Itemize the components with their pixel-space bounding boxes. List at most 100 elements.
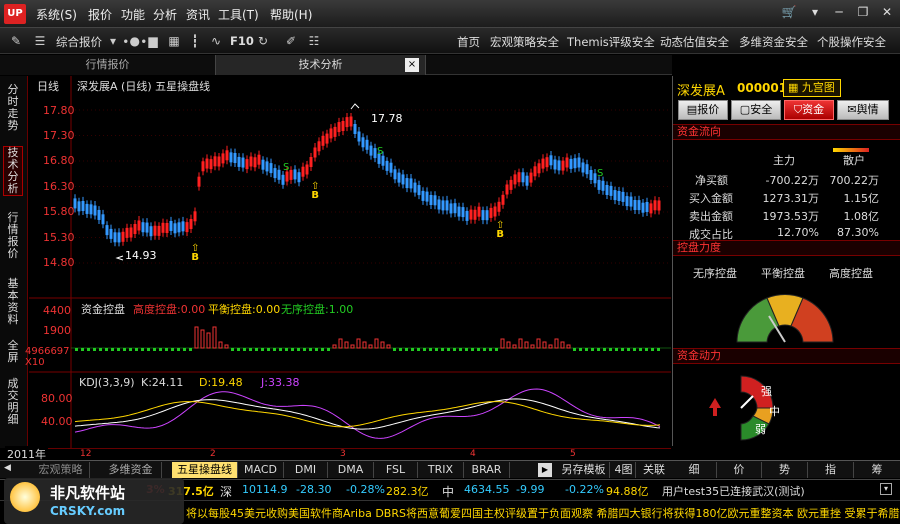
watermark-logo-icon [10, 482, 40, 512]
menu-quote[interactable]: 报价 [88, 6, 112, 23]
fund-bar [189, 348, 192, 351]
link-button[interactable]: 关联 [638, 462, 670, 478]
sidebar-item-basic[interactable]: 基本资料 [3, 278, 23, 326]
fund-bar [633, 348, 636, 351]
sidebar-item-quote[interactable]: 行情报价 [3, 212, 23, 260]
chart-area[interactable]: 日线 深发展A (日线) 五星操盘线 17.80 17.30 16.80 16.… [25, 76, 671, 448]
close-icon[interactable]: ✕ [878, 5, 896, 21]
sidebar-item-detail[interactable]: 成交明细 [3, 378, 23, 426]
quote-button[interactable]: ▤报价 [678, 100, 728, 120]
fund-bar [465, 348, 468, 351]
tab-macd[interactable]: MACD [238, 462, 284, 478]
row-main: 1973.53万 [762, 210, 820, 223]
candle-body [445, 200, 449, 211]
nav-macro[interactable]: 宏观策略安全 [490, 34, 559, 50]
close-tab-icon[interactable]: × [405, 58, 419, 72]
cart-icon[interactable]: 🛒 [780, 5, 798, 21]
kdj-j-value: J:33.38 [261, 376, 300, 389]
shield-icon: ⛉ [793, 103, 803, 116]
candle-body [561, 160, 565, 171]
tab-dma[interactable]: DMA [328, 462, 374, 478]
nav-themis[interactable]: Themis评级安全 [567, 34, 655, 50]
menu-news[interactable]: 资讯 [186, 6, 210, 23]
table-icon[interactable]: ☷ [306, 33, 322, 49]
nine-grid-button[interactable]: ▦ 九宫图 [783, 79, 841, 97]
idx2-pct: -0.28% [346, 483, 385, 496]
tab-scroll-right-icon[interactable]: ▶ [538, 463, 552, 477]
fund-bar [135, 348, 138, 351]
tab-price[interactable]: 价 [717, 462, 762, 478]
nav-valuation[interactable]: 动态估值安全 [660, 34, 729, 50]
kdj-y-label: 40.00 [41, 415, 73, 428]
sidebar-item-tech[interactable]: 技术分析 [3, 146, 23, 196]
candle-body [149, 226, 153, 237]
folder-icon[interactable]: ▆ [145, 33, 161, 49]
grid-icon: ▦ [788, 81, 802, 94]
menu-tools[interactable]: 工具(T) [218, 6, 259, 23]
fund-bar [206, 332, 211, 349]
f10-button[interactable]: F10 [230, 34, 254, 48]
fund-bar [255, 348, 258, 351]
list-icon[interactable]: ☰ [32, 33, 48, 49]
refresh-icon[interactable]: ↻ [255, 33, 271, 49]
dropdown-icon[interactable]: ▾ [806, 5, 824, 21]
tab-five-star[interactable]: 五星操盘线 [172, 462, 238, 478]
capital-button[interactable]: ⛉资金 [784, 100, 834, 120]
restore-icon[interactable]: ❐ [854, 5, 872, 21]
menu-help[interactable]: 帮助(H) [270, 6, 312, 23]
menu-function[interactable]: 功能 [121, 6, 145, 23]
candle-body [301, 166, 305, 177]
dropdown-icon[interactable]: ▾ [105, 33, 121, 49]
tab-trix[interactable]: TRIX [418, 462, 464, 478]
menu-system[interactable]: 系统(S) [36, 6, 77, 23]
tab-multi-capital[interactable]: 多维资金 [100, 462, 162, 478]
wave-icon[interactable]: ∿ [208, 33, 224, 49]
expand-icon[interactable]: ▾ [880, 483, 892, 495]
tab-detail[interactable]: 细 [672, 462, 717, 478]
fund-bar [111, 348, 114, 351]
sentiment-button-label: 舆情 [856, 103, 879, 116]
sentiment-button[interactable]: ✉舆情 [837, 100, 889, 120]
tab-scroll-left-icon[interactable]: ◀ [4, 463, 11, 473]
candle-body [617, 191, 621, 201]
nav-operation[interactable]: 个股操作安全 [817, 34, 886, 50]
composite-quote-button[interactable]: 综合报价 [56, 34, 102, 50]
minimize-icon[interactable]: ─ [830, 5, 848, 21]
kline-chart-svg[interactable] [29, 76, 671, 448]
tab-tech-analysis[interactable]: 技术分析 [216, 55, 426, 75]
ticker-text[interactable]: 将以每股45美元收购美国软件商Ariba DBRS将西意葡爱四国主权评级置于负面… [186, 505, 899, 521]
fund-bar [362, 341, 367, 349]
nav-home[interactable]: 首页 [457, 34, 480, 50]
dots-icon[interactable]: ∙●∙ [122, 33, 148, 49]
pen-icon[interactable]: ✎ [8, 33, 24, 49]
tab-fsl[interactable]: FSL [374, 462, 418, 478]
tab-chips[interactable]: 筹 [854, 462, 900, 478]
candle-body [317, 141, 321, 152]
tab-dmi[interactable]: DMI [284, 462, 328, 478]
kline-icon[interactable]: ┇ [187, 33, 203, 49]
fund-bar [117, 348, 120, 351]
kdj-d-value: D:19.48 [199, 376, 243, 389]
tab-macro-strategy[interactable]: 宏观策略 [32, 462, 90, 478]
candle-body [81, 200, 85, 211]
sidebar-item-timeshare[interactable]: 分时走势 [3, 84, 23, 132]
tab-quote[interactable]: 行情报价 [0, 55, 216, 75]
fund-bar [621, 348, 624, 351]
control-label-balance: 平衡控盘 [761, 267, 805, 280]
tab-index[interactable]: 指 [808, 462, 854, 478]
tab-trend[interactable]: 势 [762, 462, 808, 478]
candle-body [625, 196, 629, 207]
sidebar-item-fullscreen[interactable]: 全屏 [3, 340, 23, 364]
draw-icon[interactable]: ✐ [283, 33, 299, 49]
sell-marker: S [283, 162, 290, 173]
four-chart-button[interactable]: 4图 [612, 462, 636, 478]
safety-button[interactable]: ▢安全 [731, 100, 781, 120]
grid-icon[interactable]: ▦ [166, 33, 182, 49]
candle-body [409, 178, 413, 189]
tab-brar[interactable]: BRAR [464, 462, 510, 478]
left-sidebar: 分时走势 技术分析 行情报价 基本资料 全屏 成交明细 [0, 76, 28, 448]
nav-capital[interactable]: 多维资金安全 [739, 34, 808, 50]
menu-analysis[interactable]: 分析 [153, 6, 177, 23]
kdj-k-value: K:24.11 [141, 376, 184, 389]
save-template-button[interactable]: 另存模板 [558, 462, 610, 478]
